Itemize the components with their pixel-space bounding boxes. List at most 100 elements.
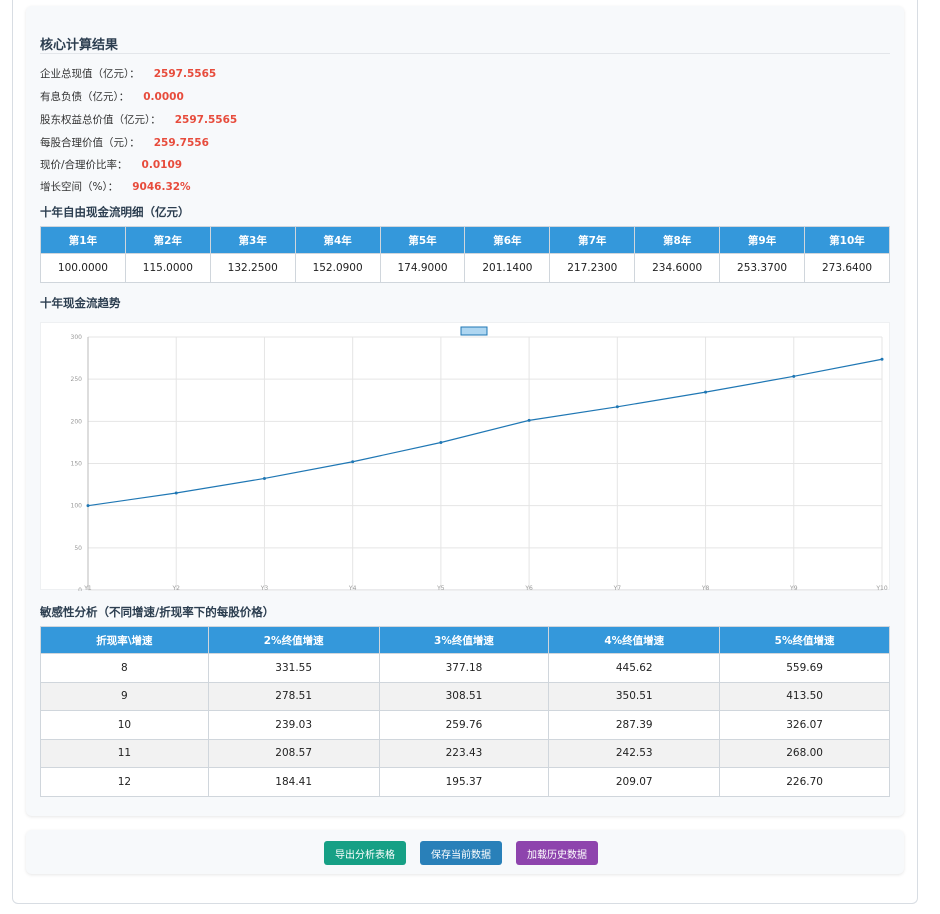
title-divider [40,53,890,54]
fcf-data-point [351,460,355,464]
metric-value: 9046.32% [132,181,191,193]
sensitivity-header: 2%终值增速 [207,626,380,654]
sensitivity-row: 9 278.51 308.51 350.51 413.50 [40,681,890,711]
x-tick-label: Y10 [875,585,887,591]
fcf-year-value: 152.0900 [294,253,381,283]
fcf-data-point [439,441,443,445]
x-tick-label: Y3 [260,585,269,591]
fcf-year-header: 第2年 [124,226,211,254]
price-cell: 226.70 [719,767,890,797]
core-results-title: 核心计算结果 [40,38,119,53]
fcf-data-point [880,357,884,361]
export-table-button[interactable]: 导出分析表格 [324,841,406,865]
metric-value: 2597.5565 [153,68,217,80]
metric-label: 现价/合理价比率： [40,159,128,171]
y-tick-label: 300 [71,334,83,341]
metric-label: 股东权益总价值（亿元）： [40,114,161,126]
metric-row: 现价/合理价比率： 0.0109 [40,157,182,172]
price-cell: 559.69 [719,653,890,683]
fcf-year-value: 174.9000 [379,253,466,283]
y-tick-label: 200 [71,418,83,425]
metric-value: 2597.5565 [174,114,238,126]
fcf-year-header: 第5年 [379,226,466,254]
price-cell: 208.57 [207,738,380,768]
fcf-data-point [704,390,708,394]
metric-value: 259.7556 [153,137,209,149]
fcf-year-header: 第9年 [719,226,806,254]
price-cell: 331.55 [207,653,380,683]
discount-rate-cell: 11 [40,738,209,768]
price-cell: 268.00 [719,738,890,768]
fcf-data-point [262,476,266,480]
price-cell: 239.03 [207,710,380,740]
y-tick-label: 100 [71,503,83,510]
trend-chart-title: 十年现金流趋势 [40,296,121,310]
fcf-trend-chart: 050100150200250300Y1Y2Y3Y4Y5Y6Y7Y8Y9Y10 [40,322,890,594]
fcf-year-header: 第1年 [40,226,126,254]
sensitivity-header: 4%终值增速 [548,626,721,654]
results-panel: 核心计算结果 企业总现值（亿元）： 2597.5565 有息负债（亿元）： 0.000… [26,6,904,816]
discount-rate-cell: 8 [40,653,209,683]
x-tick-label: Y4 [348,585,357,591]
y-tick-label: 250 [71,376,83,383]
fcf-year-value: 217.2300 [549,253,636,283]
price-cell: 326.07 [719,710,890,740]
metric-label: 增长空间（%）： [40,181,119,193]
fcf-year-value: 100.0000 [40,253,126,283]
fcf-year-value: 253.3700 [719,253,806,283]
fcf-year-value: 234.6000 [634,253,721,283]
fcf-data-point [615,405,619,409]
fcf-year-value: 115.0000 [124,253,211,283]
chart-svg: 050100150200250300Y1Y2Y3Y4Y5Y6Y7Y8Y9Y10 [71,326,888,594]
y-tick-label: 50 [74,545,82,552]
fcf-year-header: 第10年 [804,226,890,254]
fcf-year-header: 第6年 [464,226,551,254]
discount-rate-cell: 9 [40,681,209,711]
fcf-year-header: 第4年 [294,226,381,254]
metric-row: 每股合理价值（元）： 259.7556 [40,135,209,150]
fcf-data-point [527,418,531,422]
legend-swatch [460,326,488,336]
price-cell: 223.43 [378,738,550,768]
discount-rate-cell: 12 [40,767,209,797]
fcf-year-value: 201.1400 [464,253,551,283]
metric-label: 每股合理价值（元）： [40,137,140,149]
y-tick-label: 150 [71,461,83,468]
sensitivity-table: 折现率\增速 2%终值增速 3%终值增速 4%终值增速 5%终值增速 8 331.55 37… [40,626,890,797]
price-cell: 259.76 [378,710,550,740]
fcf-table: 第1年 第2年 第3年 第4年 第5年 第6年 第7年 第8年 第9年 第10年 100.0000… [40,226,890,283]
x-tick-label: Y9 [789,585,798,591]
fcf-series-line [87,358,883,507]
price-cell: 350.51 [548,681,721,711]
metric-row: 股东权益总价值（亿元）： 2597.5565 [40,112,237,127]
fcf-data-point [86,504,90,508]
metric-row: 有息负债（亿元）： 0.0000 [40,89,184,104]
sensitivity-row: 11 208.57 223.43 242.53 268.00 [40,738,890,768]
action-bar: 导出分析表格 保存当前数据 加载历史数据 [26,830,904,874]
price-cell: 445.62 [548,653,721,683]
sensitivity-header: 折现率\增速 [40,626,209,654]
x-tick-label: Y2 [171,585,180,591]
y-tick-label: 0 [78,587,82,591]
discount-rate-cell: 10 [40,710,209,740]
sensitivity-row: 10 239.03 259.76 287.39 326.07 [40,710,890,740]
price-cell: 287.39 [548,710,721,740]
price-cell: 209.07 [548,767,721,797]
x-tick-label: Y8 [701,585,710,591]
fcf-year-value: 132.2500 [209,253,296,283]
fcf-year-header: 第7年 [549,226,636,254]
sensitivity-title: 敏感性分析（不同增速/折现率下的每股价格） [40,605,275,619]
fcf-data-point [792,374,796,378]
sensitivity-header: 5%终值增速 [719,626,890,654]
load-history-button[interactable]: 加载历史数据 [516,841,598,865]
fcf-data-point [174,491,178,495]
metric-label: 企业总现值（亿元）： [40,68,140,80]
save-data-button[interactable]: 保存当前数据 [420,841,502,865]
metric-row: 增长空间（%）： 9046.32% [40,179,191,194]
price-cell: 278.51 [207,681,380,711]
price-cell: 195.37 [378,767,550,797]
price-cell: 242.53 [548,738,721,768]
x-tick-label: Y6 [524,585,533,591]
fcf-table-title: 十年自由现金流明细（亿元） [40,205,190,219]
sensitivity-row: 8 331.55 377.18 445.62 559.69 [40,653,890,683]
